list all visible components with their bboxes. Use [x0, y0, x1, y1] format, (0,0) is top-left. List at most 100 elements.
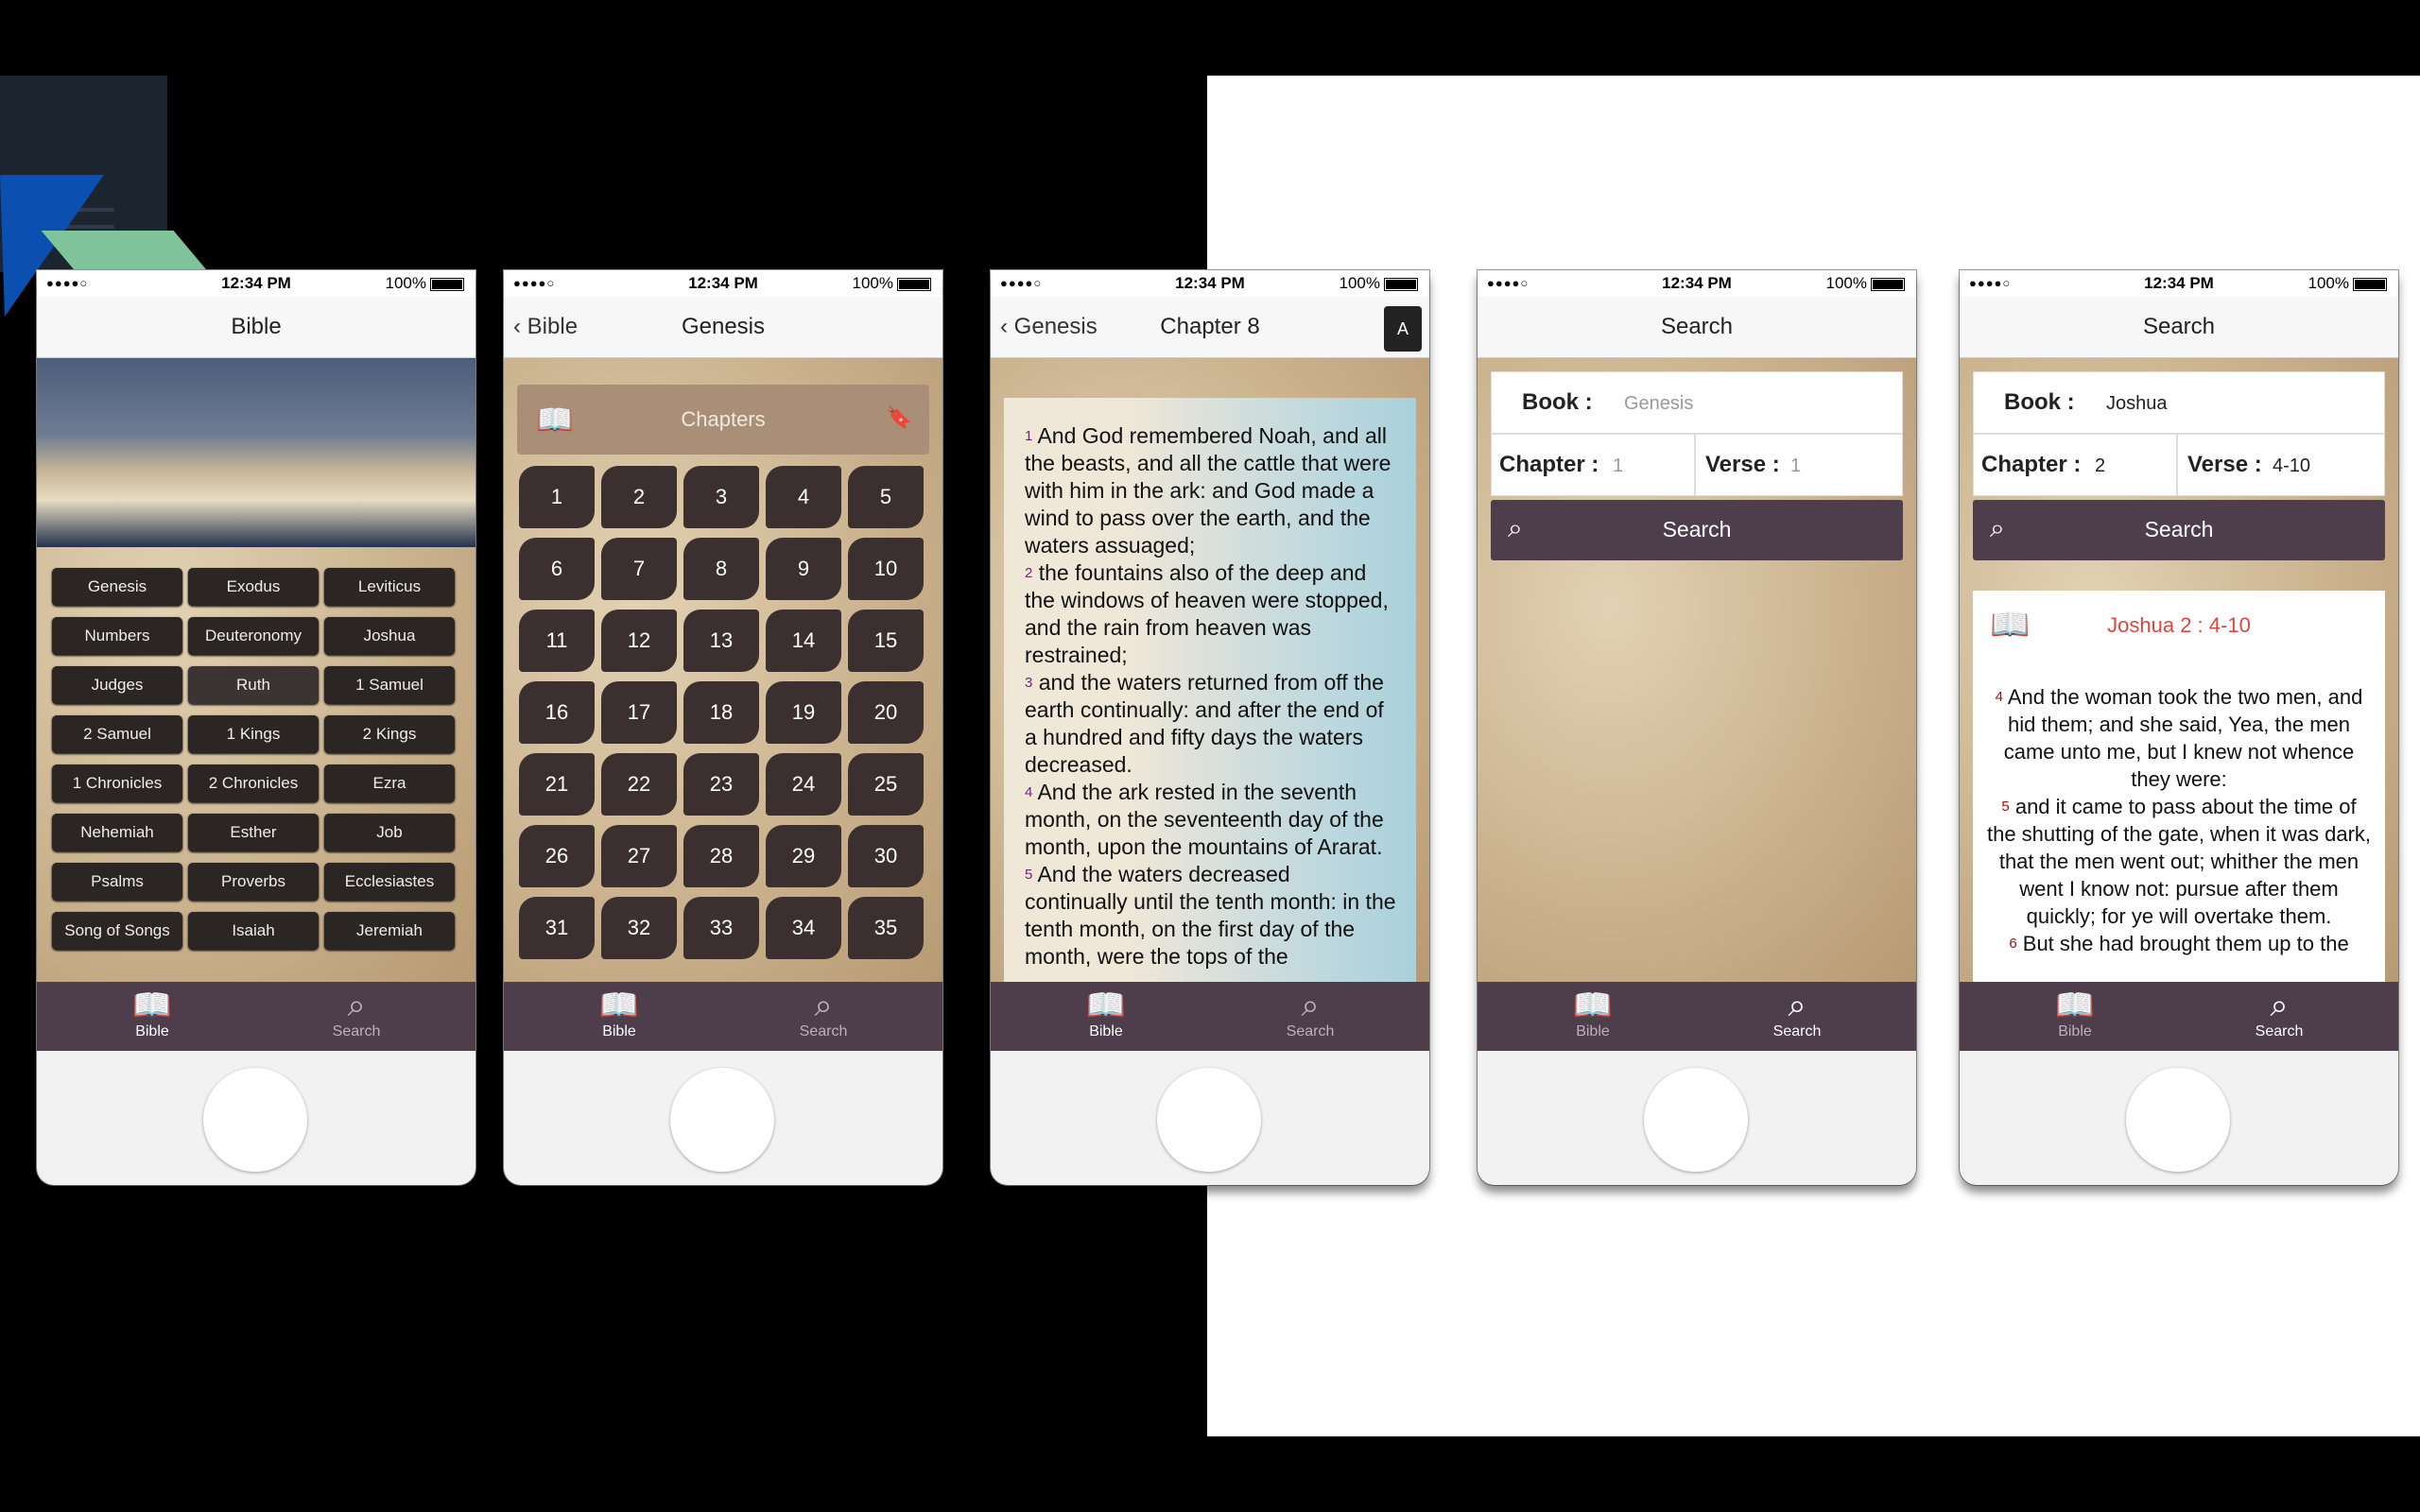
chapter-button[interactable]: 15 — [848, 610, 924, 672]
tab-search[interactable]: ⌕ Search — [1263, 988, 1357, 1040]
verse-field[interactable]: Verse : 4-10 — [2177, 434, 2385, 496]
chapter-button[interactable]: 5 — [848, 466, 924, 528]
home-button[interactable] — [1644, 1068, 1748, 1172]
search-button-label: Search — [1662, 517, 1732, 541]
chapter-button[interactable]: 24 — [766, 753, 841, 816]
chapter-field[interactable]: Chapter : 2 — [1973, 434, 2177, 496]
result-reference: Joshua 2 : 4-10 — [2107, 613, 2251, 637]
home-button[interactable] — [203, 1068, 307, 1172]
tab-search[interactable]: ⌕ Search — [309, 988, 404, 1040]
book-button[interactable]: Proverbs — [188, 863, 319, 901]
chapter-button[interactable]: 20 — [848, 681, 924, 744]
book-button[interactable]: Genesis — [52, 568, 182, 606]
book-button[interactable]: Song of Songs — [52, 912, 182, 950]
book-field[interactable]: Book : Joshua — [1973, 371, 2385, 434]
book-button[interactable]: 1 Samuel — [324, 666, 455, 704]
chapter-button[interactable]: 8 — [683, 538, 759, 600]
chapter-button[interactable]: 2 — [601, 466, 677, 528]
book-placeholder: Genesis — [1624, 393, 1694, 414]
chapter-button[interactable]: 22 — [601, 753, 677, 816]
tab-bible[interactable]: 📖 Bible — [1546, 988, 1640, 1040]
book-button[interactable]: Deuteronomy — [188, 617, 319, 655]
verse-value: 4-10 — [2273, 455, 2311, 476]
chapter-button[interactable]: 9 — [766, 538, 841, 600]
chapter-button[interactable]: 32 — [601, 897, 677, 959]
battery-icon — [897, 277, 931, 291]
book-button[interactable]: Numbers — [52, 617, 182, 655]
book-button[interactable]: Joshua — [324, 617, 455, 655]
chapter-button[interactable]: 4 — [766, 466, 841, 528]
verse-field[interactable]: Verse : 1 — [1695, 434, 1903, 496]
book-button[interactable]: 2 Chronicles — [188, 765, 319, 802]
tab-label: Bible — [1576, 1023, 1610, 1040]
chapter-button[interactable]: 11 — [519, 610, 595, 672]
bookmark-icon[interactable]: 🔖 — [887, 405, 912, 430]
book-button[interactable]: Esther — [188, 814, 319, 851]
book-button[interactable]: 2 Samuel — [52, 715, 182, 753]
tab-search[interactable]: ⌕ Search — [1750, 988, 1844, 1040]
book-button[interactable]: Ezra — [324, 765, 455, 802]
chapter-button[interactable]: 10 — [848, 538, 924, 600]
home-button[interactable] — [2126, 1068, 2230, 1172]
book-button[interactable]: Ecclesiastes — [324, 863, 455, 901]
chapter-button[interactable]: 26 — [519, 825, 595, 887]
book-button[interactable]: 1 Kings — [188, 715, 319, 753]
book-button[interactable]: Psalms — [52, 863, 182, 901]
book-button[interactable]: 2 Kings — [324, 715, 455, 753]
tab-bible[interactable]: 📖 Bible — [1059, 988, 1153, 1040]
tab-search[interactable]: ⌕ Search — [2232, 988, 2326, 1040]
chapter-button[interactable]: 12 — [601, 610, 677, 672]
chapter-button[interactable]: 13 — [683, 610, 759, 672]
chapter-button[interactable]: 17 — [601, 681, 677, 744]
content-area: 📖 Chapters 🔖 1 2 3 4 5 6 7 8 9 10 11 12 13 14 15 16 17 18… — [504, 358, 942, 982]
book-button[interactable]: Nehemiah — [52, 814, 182, 851]
chapter-button[interactable]: 18 — [683, 681, 759, 744]
book-button[interactable]: Judges — [52, 666, 182, 704]
chapter-button[interactable]: 33 — [683, 897, 759, 959]
chapter-button[interactable]: 21 — [519, 753, 595, 816]
chapter-button[interactable]: 25 — [848, 753, 924, 816]
chapter-button[interactable]: 29 — [766, 825, 841, 887]
book-button[interactable]: Ruth — [188, 666, 319, 704]
chapter-button[interactable]: 30 — [848, 825, 924, 887]
chapter-button[interactable]: 3 — [683, 466, 759, 528]
tab-bible[interactable]: 📖 Bible — [2028, 988, 2122, 1040]
tab-search[interactable]: ⌕ Search — [776, 988, 871, 1040]
chapter-field[interactable]: Chapter : 1 — [1491, 434, 1695, 496]
chapter-button[interactable]: 14 — [766, 610, 841, 672]
book-grid: Genesis Exodus Leviticus Numbers Deuteronomy… — [52, 568, 460, 961]
font-size-button[interactable]: A — [1384, 306, 1422, 352]
chapter-label: Chapter : — [1499, 452, 1599, 477]
content-area: Book : Genesis Chapter : 1 Verse : 1 ⌕ S… — [1478, 358, 1916, 982]
book-button[interactable]: Leviticus — [324, 568, 455, 606]
book-button[interactable]: Isaiah — [188, 912, 319, 950]
book-button[interactable]: Job — [324, 814, 455, 851]
chapter-button[interactable]: 34 — [766, 897, 841, 959]
chapter-button[interactable]: 16 — [519, 681, 595, 744]
chapter-button[interactable]: 27 — [601, 825, 677, 887]
chapter-button[interactable]: 1 — [519, 466, 595, 528]
book-field[interactable]: Book : Genesis — [1491, 371, 1903, 434]
tab-label: Bible — [2058, 1023, 2092, 1040]
status-bar: ●●●●○ 12:34 PM 100% — [1960, 270, 2398, 297]
chapter-button[interactable]: 6 — [519, 538, 595, 600]
tab-bible[interactable]: 📖 Bible — [105, 988, 199, 1040]
home-button[interactable] — [1157, 1068, 1261, 1172]
search-button[interactable]: ⌕ Search — [1973, 500, 2385, 560]
book-button[interactable]: 1 Chronicles — [52, 765, 182, 802]
chapter-button[interactable]: 23 — [683, 753, 759, 816]
result-verses: 4 And the woman took the two men, and hi… — [1973, 662, 2385, 1003]
tab-bible[interactable]: 📖 Bible — [572, 988, 666, 1040]
chapter-button[interactable]: 7 — [601, 538, 677, 600]
tab-bar: 📖 Bible ⌕ Search — [37, 982, 475, 1051]
home-button[interactable] — [670, 1068, 774, 1172]
battery-indicator: 100% — [1340, 274, 1418, 293]
book-button[interactable]: Exodus — [188, 568, 319, 606]
chapter-button[interactable]: 31 — [519, 897, 595, 959]
battery-indicator: 100% — [2308, 274, 2387, 293]
search-button[interactable]: ⌕ Search — [1491, 500, 1903, 560]
chapter-button[interactable]: 28 — [683, 825, 759, 887]
chapter-button[interactable]: 35 — [848, 897, 924, 959]
book-button[interactable]: Jeremiah — [324, 912, 455, 950]
chapter-button[interactable]: 19 — [766, 681, 841, 744]
